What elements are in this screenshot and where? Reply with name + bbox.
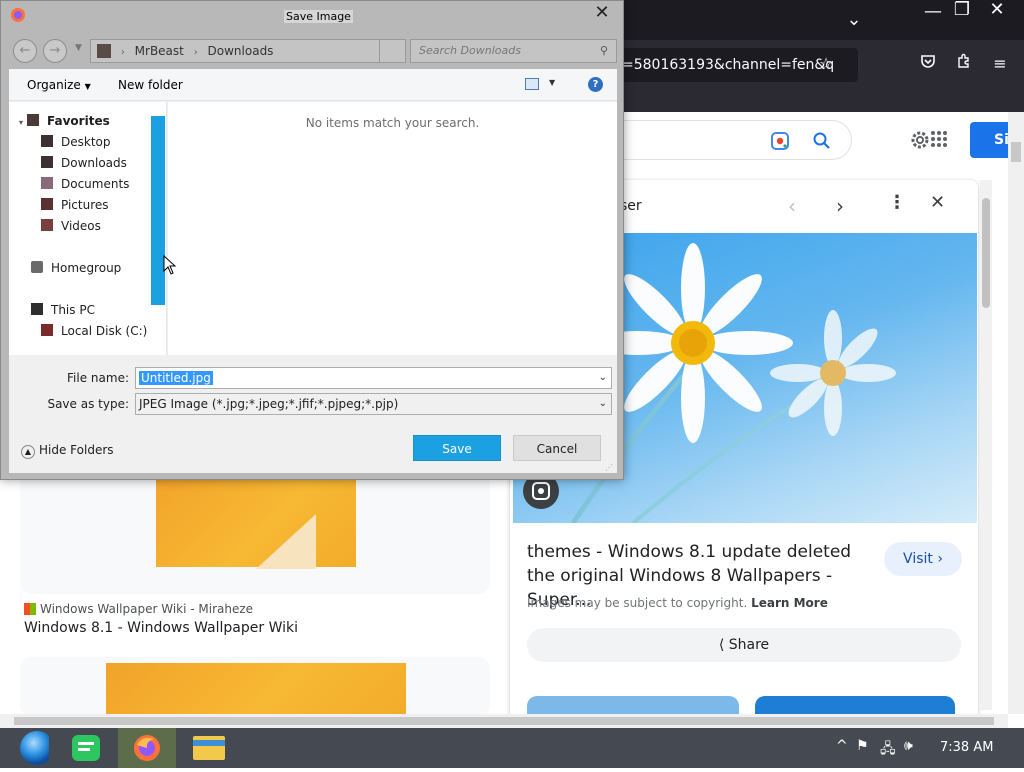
save-as-type-dropdown-icon[interactable]: ⌄ bbox=[599, 394, 607, 414]
visit-button[interactable]: Visit › bbox=[884, 542, 962, 576]
save-as-type-label: Save as type: bbox=[47, 397, 129, 411]
restore-button[interactable]: ❐ bbox=[947, 0, 977, 22]
minimize-button[interactable]: — bbox=[918, 0, 948, 24]
action-center-flag-icon[interactable]: ⚑ bbox=[856, 738, 869, 754]
system-clock[interactable]: 7:38 AM bbox=[940, 740, 993, 755]
breadcrumb-downloads[interactable]: Downloads bbox=[208, 44, 274, 58]
help-icon[interactable]: ? bbox=[588, 77, 603, 92]
back-arrow-icon[interactable]: ← bbox=[13, 39, 37, 63]
tree-documents[interactable]: Documents bbox=[41, 175, 129, 193]
prev-icon[interactable]: ‹ bbox=[788, 194, 796, 218]
pocket-icon[interactable] bbox=[914, 50, 942, 78]
new-folder-button[interactable]: New folder bbox=[118, 78, 183, 92]
file-name-field[interactable]: Untitled.jpg ⌄ bbox=[135, 367, 612, 389]
tree-favorites[interactable]: ▾ Favorites bbox=[19, 112, 110, 130]
computer-icon bbox=[31, 303, 43, 315]
empty-message: No items match your search. bbox=[305, 116, 480, 130]
image-result-card-2[interactable] bbox=[20, 657, 490, 714]
lens-icon[interactable] bbox=[770, 131, 790, 151]
tree-this-pc[interactable]: This PC bbox=[31, 301, 95, 319]
forward-arrow-icon[interactable]: → bbox=[43, 39, 67, 63]
tree-pictures[interactable]: Pictures bbox=[41, 196, 109, 214]
result-thumbnail-2[interactable] bbox=[106, 663, 406, 714]
next-icon[interactable]: › bbox=[836, 194, 844, 218]
page-horizontal-scrollbar[interactable] bbox=[0, 714, 1008, 728]
navigation-pane: ▾ Favorites Desktop Downloads Documents P… bbox=[9, 102, 167, 355]
apps-grid-icon[interactable] bbox=[930, 130, 948, 148]
show-hidden-icons[interactable]: ^ bbox=[836, 738, 848, 754]
result-thumbnail[interactable] bbox=[156, 472, 356, 569]
list-all-tabs-icon[interactable]: ⌄ bbox=[839, 8, 869, 32]
share-icon: ⟨ bbox=[718, 637, 725, 653]
desktop-icon bbox=[41, 135, 53, 147]
notes-app-icon[interactable] bbox=[58, 728, 116, 768]
file-list-pane[interactable]: No items match your search. bbox=[168, 102, 617, 355]
address-bar[interactable]: › MrBeast › Downloads bbox=[90, 39, 406, 63]
dialog-title: Save Image bbox=[284, 10, 353, 23]
related-image-2[interactable] bbox=[755, 696, 955, 714]
result-source[interactable]: Windows Wallpaper Wiki - Miraheze bbox=[24, 602, 253, 616]
documents-icon bbox=[41, 177, 53, 189]
favorites-star-icon bbox=[27, 114, 40, 126]
result-title[interactable]: Windows 8.1 - Windows Wallpaper Wiki bbox=[24, 620, 298, 636]
file-name-dropdown-icon[interactable]: ⌄ bbox=[599, 368, 607, 388]
volume-icon[interactable]: 🕪 bbox=[904, 738, 913, 754]
sign-in-button[interactable]: Si bbox=[970, 122, 1008, 158]
collapse-icon: ▲ bbox=[21, 445, 35, 459]
start-button[interactable] bbox=[0, 728, 58, 768]
close-window-button[interactable]: ✕ bbox=[982, 0, 1012, 22]
save-as-type-select[interactable]: JPEG Image (*.jpg;*.jpeg;*.jfif;*.pjpeg;… bbox=[135, 393, 612, 415]
bookmark-star-icon[interactable]: ☆ bbox=[812, 50, 840, 78]
recent-locations-icon[interactable]: ▼ bbox=[75, 43, 82, 53]
dialog-body: Organize ▼ New folder ▼ ? ▾ Favorites Des… bbox=[9, 69, 617, 473]
learn-more-link[interactable]: Learn More bbox=[751, 596, 828, 610]
preview-scrollbar[interactable] bbox=[980, 180, 992, 710]
pictures-icon bbox=[41, 198, 53, 210]
more-options-icon[interactable]: ⋮ bbox=[888, 192, 906, 213]
homegroup-icon bbox=[31, 261, 43, 273]
organize-menu[interactable]: Organize ▼ bbox=[27, 78, 91, 92]
tree-local-disk[interactable]: Local Disk (C:) bbox=[41, 322, 147, 340]
dialog-close-button[interactable]: ✕ bbox=[589, 3, 615, 23]
tree-desktop[interactable]: Desktop bbox=[41, 133, 111, 151]
file-explorer-icon[interactable] bbox=[180, 728, 238, 768]
drive-icon bbox=[41, 324, 53, 336]
save-image-dialog: Save Image ✕ ← → ▼ › MrBeast › Downloads… bbox=[0, 0, 624, 480]
tree-videos[interactable]: Videos bbox=[41, 217, 101, 235]
search-icon[interactable]: ⚲ bbox=[600, 40, 608, 62]
related-image-1[interactable] bbox=[527, 696, 739, 714]
search-downloads-input[interactable]: Search Downloads ⚲ bbox=[410, 39, 617, 63]
file-name-label: File name: bbox=[67, 371, 129, 385]
videos-icon bbox=[41, 219, 53, 231]
dialog-toolbar: Organize ▼ New folder ▼ ? bbox=[9, 69, 617, 101]
view-options-dropdown-icon[interactable]: ▼ bbox=[549, 78, 555, 87]
menu-icon[interactable]: ≡ bbox=[986, 50, 1014, 78]
firefox-taskbar-icon[interactable] bbox=[118, 728, 176, 768]
save-button[interactable]: Save bbox=[413, 435, 501, 461]
firefox-icon bbox=[10, 7, 26, 23]
change-view-icon[interactable] bbox=[525, 78, 539, 90]
search-icon[interactable] bbox=[812, 131, 832, 151]
resize-grip-icon[interactable]: ⋰ bbox=[605, 463, 613, 472]
close-preview-icon[interactable]: ✕ bbox=[930, 192, 945, 213]
page-vertical-scrollbar[interactable] bbox=[1008, 112, 1024, 714]
share-button[interactable]: ⟨ Share bbox=[527, 628, 961, 662]
settings-gear-icon[interactable] bbox=[908, 128, 932, 152]
mouse-cursor-icon bbox=[163, 254, 177, 275]
breadcrumb-user[interactable]: MrBeast bbox=[135, 44, 184, 58]
tree-downloads[interactable]: Downloads bbox=[41, 154, 127, 172]
copyright-notice: Images may be subject to copyright. Lear… bbox=[527, 596, 828, 610]
user-folder-icon bbox=[97, 44, 111, 58]
taskbar: ^ ⚑ 🖧 🕪 7:38 AM bbox=[0, 728, 1024, 768]
downloads-icon bbox=[41, 156, 53, 168]
dialog-footer: File name: Untitled.jpg ⌄ Save as type: … bbox=[9, 355, 617, 473]
network-icon[interactable]: 🖧 bbox=[880, 738, 896, 762]
extensions-icon[interactable] bbox=[950, 50, 978, 78]
nav-pane-scrollbar[interactable] bbox=[151, 116, 165, 305]
cancel-button[interactable]: Cancel bbox=[513, 435, 601, 461]
hide-folders-toggle[interactable]: ▲ Hide Folders bbox=[21, 443, 114, 459]
tree-homegroup[interactable]: Homegroup bbox=[31, 259, 121, 277]
